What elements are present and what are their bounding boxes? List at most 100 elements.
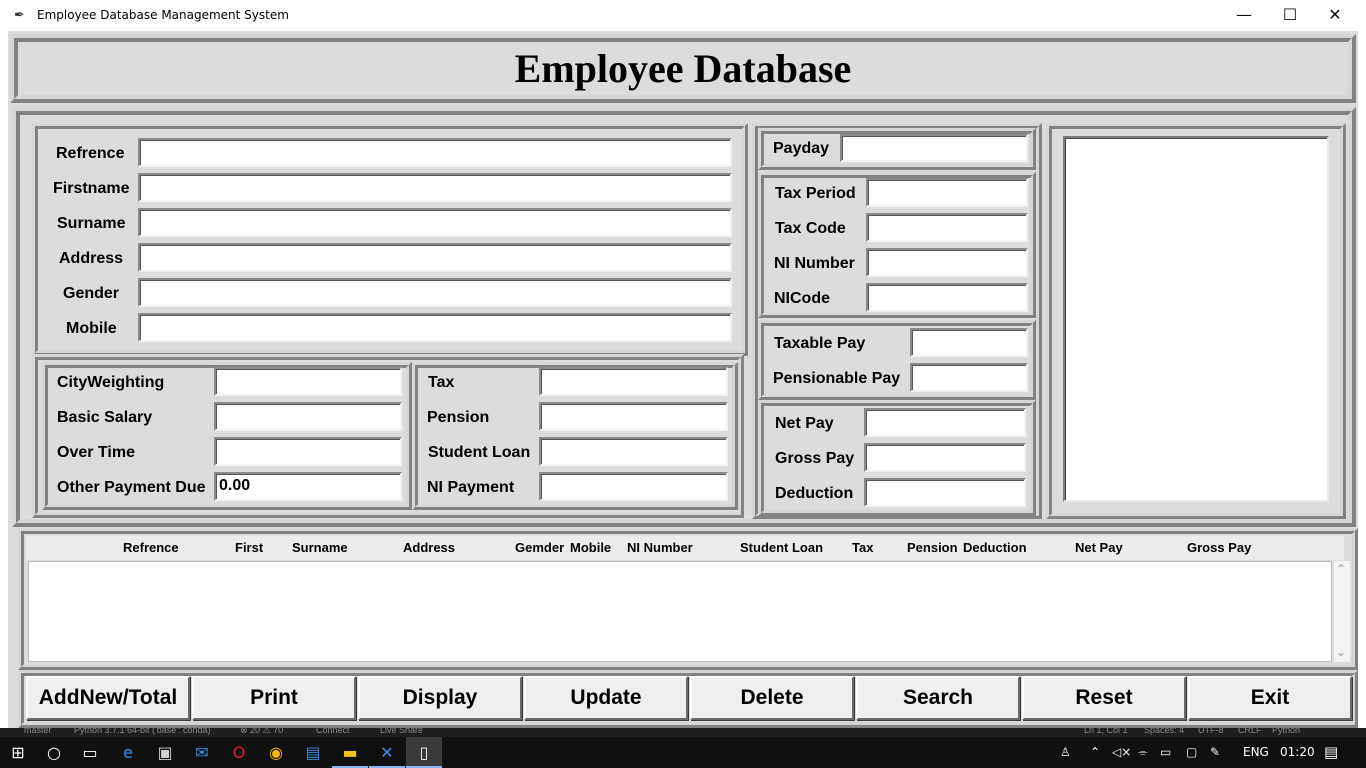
label-other-payment-due: Other Payment Due <box>57 479 206 496</box>
update-button[interactable]: Update <box>524 676 688 720</box>
header-frame: Employee Database <box>10 34 1356 103</box>
minimize-button[interactable]: — <box>1221 0 1267 30</box>
records-frame: Refrence First Surname Address Gemder Mo… <box>18 528 1358 670</box>
other-payment-due-input[interactable]: 0.00 <box>214 472 402 501</box>
display-button[interactable]: Display <box>358 676 522 720</box>
notification-icon[interactable]: ▤ <box>1324 737 1338 768</box>
python-window-icon[interactable]: ▯ <box>406 737 442 768</box>
edge-icon[interactable]: e <box>110 737 146 768</box>
label-net-pay: Net Pay <box>775 415 834 432</box>
header-net-pay: Net Pay <box>1075 540 1123 555</box>
records-listbox[interactable] <box>28 561 1332 662</box>
calendar-app-icon[interactable]: ▤ <box>295 737 331 768</box>
records-header: Refrence First Surname Address Gemder Mo… <box>26 536 1344 560</box>
maximize-button[interactable]: ☐ <box>1267 0 1313 30</box>
status-spaces: Spaces: 4 <box>1144 725 1185 735</box>
search-button[interactable]: Search <box>856 676 1020 720</box>
header-gross-pay: Gross Pay <box>1187 540 1252 555</box>
net-pay-input[interactable] <box>864 408 1026 437</box>
label-basic-salary: Basic Salary <box>57 409 153 426</box>
people-icon[interactable]: ♙ <box>1060 737 1071 768</box>
feather-icon: ✒ <box>14 7 25 22</box>
file-explorer-icon[interactable]: ▬ <box>332 737 368 768</box>
label-surname: Surname <box>57 215 126 232</box>
scroll-up-icon[interactable]: ⌃ <box>1336 562 1346 576</box>
label-payday: Payday <box>773 140 830 157</box>
basic-salary-input[interactable] <box>214 402 402 431</box>
label-address: Address <box>59 250 124 267</box>
battery-icon[interactable]: ▭ <box>1160 737 1171 768</box>
volume-muted-icon[interactable]: ◁× <box>1112 737 1131 768</box>
ni-number-input[interactable] <box>866 248 1028 277</box>
surname-input[interactable] <box>138 208 732 237</box>
gross-pay-input[interactable] <box>864 443 1026 472</box>
addnew-total-button[interactable]: AddNew/Total <box>26 676 190 720</box>
status-branch: master <box>24 725 52 735</box>
label-nicode: NICode <box>774 290 830 307</box>
student-loan-input[interactable] <box>539 437 728 466</box>
scroll-down-icon[interactable]: ⌄ <box>1336 645 1346 659</box>
header-refrence: Refrence <box>123 540 179 555</box>
ni-payment-input[interactable] <box>539 472 728 501</box>
label-tax: Tax <box>428 374 455 391</box>
label-pension: Pension <box>427 409 490 426</box>
deduction-input[interactable] <box>864 478 1026 507</box>
chrome-icon[interactable]: ◉ <box>258 737 294 768</box>
header-first: First <box>235 540 264 555</box>
status-live-share: Live Share <box>380 725 424 735</box>
label-gross-pay: Gross Pay <box>775 450 855 467</box>
refrence-input[interactable] <box>138 138 732 167</box>
task-view-icon[interactable]: ▭ <box>72 737 108 768</box>
cortana-icon[interactable]: ○ <box>36 737 72 768</box>
opera-icon[interactable]: O <box>221 737 257 768</box>
nicode-input[interactable] <box>866 283 1028 312</box>
close-button[interactable]: ✕ <box>1312 0 1358 30</box>
cityweighting-input[interactable] <box>214 367 402 396</box>
status-cursor: Ln 1, Col 1 <box>1084 725 1128 735</box>
label-deduction: Deduction <box>775 485 854 502</box>
button-bar: AddNew/Total Print Display Update Delete… <box>18 670 1358 728</box>
payday-input[interactable] <box>840 134 1028 162</box>
network-off-icon[interactable]: ⌯ <box>1138 737 1148 768</box>
header-deduction: Deduction <box>963 540 1027 555</box>
header-pension: Pension <box>907 540 958 555</box>
pension-input[interactable] <box>539 402 728 431</box>
label-cityweighting: CityWeighting <box>57 374 165 391</box>
mail-icon[interactable]: ✉ <box>184 737 220 768</box>
chevron-up-icon[interactable]: ⌃ <box>1090 737 1100 768</box>
print-button[interactable]: Print <box>192 676 356 720</box>
address-input[interactable] <box>138 243 732 272</box>
vscode-icon[interactable]: ✕ <box>369 737 405 768</box>
pen-icon[interactable]: ✎ <box>1210 737 1220 768</box>
label-student-loan: Student Loan <box>428 444 531 461</box>
status-connect: Connect <box>316 725 350 735</box>
reset-button[interactable]: Reset <box>1022 676 1186 720</box>
exit-button[interactable]: Exit <box>1188 676 1352 720</box>
records-scrollbar[interactable]: ⌃ ⌄ <box>1334 561 1350 662</box>
gender-input[interactable] <box>138 278 732 307</box>
header-address: Address <box>403 540 456 555</box>
receipt-textarea[interactable] <box>1063 136 1329 502</box>
tax-code-input[interactable] <box>866 213 1028 242</box>
windows-start-icon[interactable]: ⊞ <box>0 737 36 768</box>
taxable-pay-input[interactable] <box>910 328 1028 357</box>
tax-period-input[interactable] <box>866 178 1028 207</box>
mobile-input[interactable] <box>138 313 732 342</box>
monitor-icon[interactable]: ▢ <box>1186 737 1197 768</box>
delete-button[interactable]: Delete <box>690 676 854 720</box>
header-tax: Tax <box>852 540 874 555</box>
tax-input[interactable] <box>539 367 728 396</box>
status-interpreter: Python 3.7.1 64-bit ('base': conda) <box>74 725 211 735</box>
label-firstname: Firstname <box>53 180 130 197</box>
header-ni-number: NI Number <box>627 540 693 555</box>
over-time-input[interactable] <box>214 437 402 466</box>
status-problems: ⊗ 20 ⚠ 70 <box>240 725 284 735</box>
firstname-input[interactable] <box>138 173 732 202</box>
pensionable-pay-input[interactable] <box>910 363 1028 392</box>
store-icon[interactable]: ▣ <box>147 737 183 768</box>
language-indicator[interactable]: ENG <box>1243 737 1269 768</box>
label-ni-number: NI Number <box>774 255 855 272</box>
label-refrence: Refrence <box>56 145 125 162</box>
label-tax-period: Tax Period <box>775 185 856 202</box>
clock[interactable]: 01:20 <box>1280 737 1315 768</box>
